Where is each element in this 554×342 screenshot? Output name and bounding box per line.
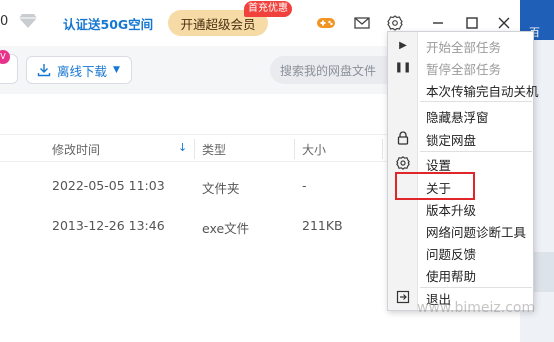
menu-item-label: 锁定网盘 — [426, 133, 477, 148]
vip-promo-link[interactable]: 认证送50G空间 — [63, 14, 153, 33]
watermark: www.bimeiz.com — [417, 300, 536, 316]
column-size[interactable]: 大小 — [302, 141, 326, 158]
menu-item-upgrade[interactable]: 版本升级 — [388, 197, 534, 219]
promo-badge: 首充优惠 — [244, 1, 292, 17]
menu-item-network-diagnose[interactable]: 网络问题诊断工具 — [388, 219, 534, 241]
maximize-icon[interactable] — [462, 13, 482, 33]
column-modified-time[interactable]: 修改时间 — [52, 141, 100, 158]
offline-download-label: 离线下载 — [57, 63, 108, 79]
lock-icon — [395, 130, 411, 146]
cell-modified: 2013-12-26 13:46 — [52, 218, 165, 233]
cell-type: exe文件 — [202, 221, 250, 236]
menu-item-settings[interactable]: 设置 — [388, 152, 534, 174]
cell-modified: 2022-05-05 11:03 — [52, 178, 165, 193]
file-list-header: 修改时间 ↓ 类型 大小 — [0, 134, 390, 162]
settings-context-menu: ▶ 开始全部任务 ❚❚ 暂停全部任务 本次传输完自动关机 隐藏悬浮窗 锁定网盘 … — [387, 31, 539, 311]
file-list: 修改时间 ↓ 类型 大小 2022-05-05 11:03 文件夹 - 2013… — [0, 94, 390, 342]
baidu-netdisk-window: 百 0 认证送50G空间 开通超级会员 首充优惠 V 离线下载 ▼ 搜索我的网盘… — [0, 0, 554, 342]
pause-icon: ❚❚ — [394, 61, 412, 73]
search-input[interactable]: 搜索我的网盘文件 — [270, 56, 390, 84]
menu-item-feedback[interactable]: 问题反馈 — [388, 241, 534, 263]
annotation-highlight-box — [395, 172, 475, 200]
sort-desc-icon[interactable]: ↓ — [178, 141, 187, 154]
mail-icon[interactable] — [352, 13, 372, 33]
menu-item-label: 本次传输完自动关机 — [426, 84, 539, 99]
menu-item-label: 隐藏悬浮窗 — [426, 110, 489, 125]
gear-icon — [395, 155, 411, 171]
storage-text-fragment: 0 — [0, 14, 9, 29]
menu-item-auto-shutdown[interactable]: 本次传输完自动关机 — [388, 78, 539, 100]
menu-item-hide-float[interactable]: 隐藏悬浮窗 — [388, 104, 534, 126]
diamond-icon[interactable] — [18, 13, 38, 29]
download-icon — [37, 63, 51, 77]
play-icon: ▶ — [399, 39, 407, 51]
column-divider[interactable] — [382, 139, 383, 159]
menu-item-pause-all[interactable]: ❚❚ 暂停全部任务 — [388, 56, 534, 78]
menu-item-label: 网络问题诊断工具 — [426, 225, 527, 240]
menu-item-label: 问题反馈 — [426, 247, 477, 262]
table-row[interactable]: 2013-12-26 13:46 exe文件 211KB — [0, 208, 390, 244]
menu-item-start-all[interactable]: ▶ 开始全部任务 — [388, 34, 534, 56]
gear-icon[interactable] — [385, 13, 405, 33]
chevron-down-icon: ▼ — [113, 65, 120, 75]
exit-icon — [395, 289, 411, 305]
cell-size: 211KB — [302, 218, 343, 233]
offline-download-button[interactable]: 离线下载 ▼ — [26, 56, 132, 84]
menu-item-help[interactable]: 使用帮助 — [388, 263, 534, 285]
game-controller-icon[interactable] — [316, 13, 336, 33]
column-divider[interactable] — [194, 139, 195, 159]
close-icon[interactable] — [494, 13, 514, 33]
menu-item-label: 开始全部任务 — [426, 40, 502, 55]
column-divider[interactable] — [294, 139, 295, 159]
cell-type: 文件夹 — [202, 181, 240, 196]
table-row[interactable]: 2022-05-05 11:03 文件夹 - — [0, 168, 390, 204]
menu-separator — [420, 101, 532, 102]
menu-item-lock[interactable]: 锁定网盘 — [388, 127, 534, 149]
search-placeholder: 搜索我的网盘文件 — [280, 63, 377, 78]
cell-size: - — [302, 178, 307, 193]
menu-item-label: 版本升级 — [426, 203, 477, 218]
menu-item-label: 使用帮助 — [426, 269, 477, 284]
menu-item-label: 暂停全部任务 — [426, 62, 502, 77]
column-type[interactable]: 类型 — [202, 141, 226, 158]
minimize-icon[interactable] — [428, 13, 448, 33]
